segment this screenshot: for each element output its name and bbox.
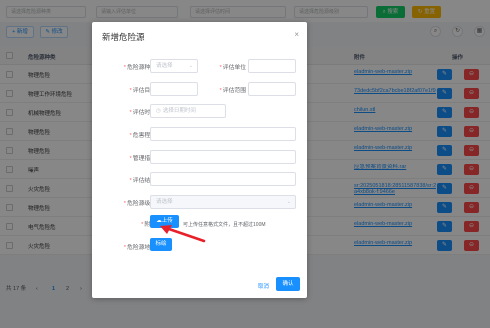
annotation-arrow-icon xyxy=(160,225,206,243)
